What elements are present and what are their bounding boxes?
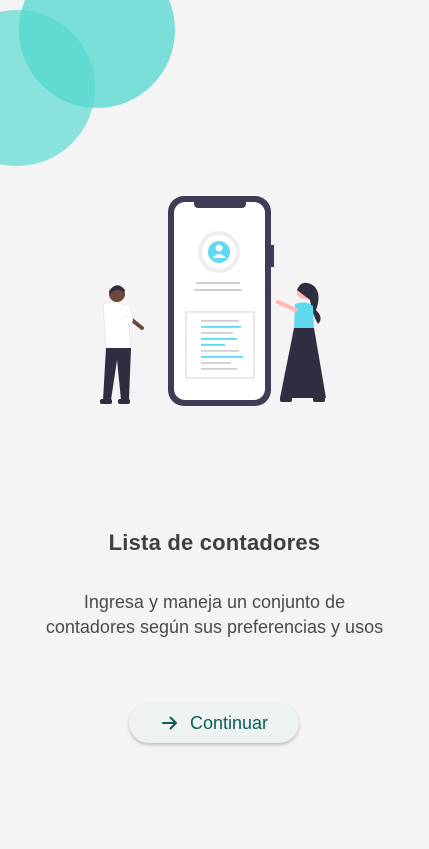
decorative-circles	[0, 0, 175, 166]
onboarding-description: Ingresa y maneja un conjunto de contador…	[45, 592, 384, 637]
woman-figure	[276, 282, 326, 402]
phone-illustration	[168, 196, 274, 406]
man-figure	[100, 285, 144, 404]
arrow-right-icon	[160, 713, 180, 733]
continue-button[interactable]: Continuar	[129, 703, 299, 743]
onboarding-title: Lista de contadores	[108, 530, 321, 555]
continue-button-label: Continuar	[189, 712, 269, 733]
onboarding-illustration	[100, 196, 326, 406]
